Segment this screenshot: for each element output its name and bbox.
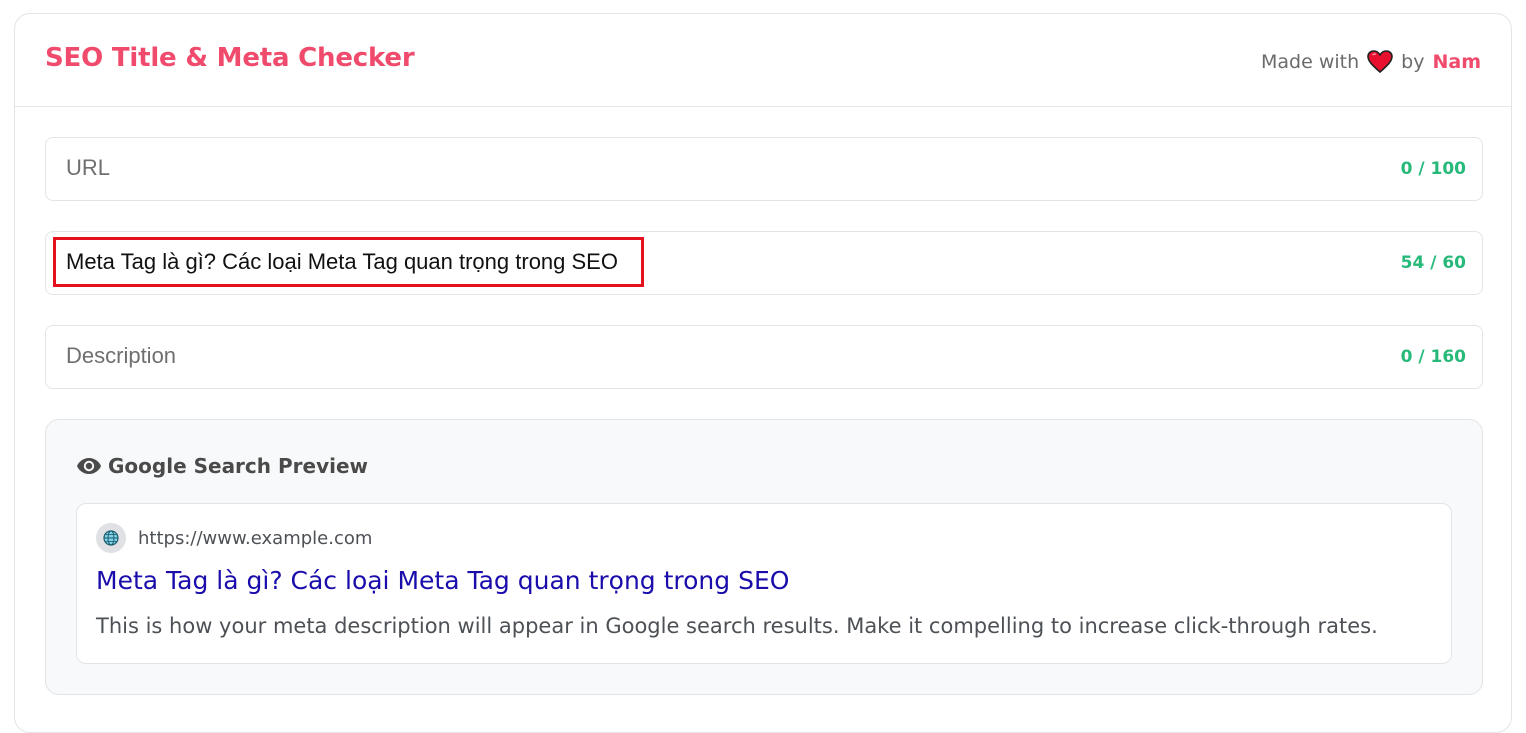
app-title: SEO Title & Meta Checker xyxy=(45,43,415,73)
description-input[interactable] xyxy=(66,338,1266,374)
description-field: 0 / 160 xyxy=(45,325,1483,389)
serp-description: This is how your meta description will a… xyxy=(96,614,1378,638)
description-counter: 0 / 160 xyxy=(1400,347,1466,367)
url-counter: 0 / 100 xyxy=(1400,159,1466,179)
serp-title-link[interactable]: Meta Tag là gì? Các loại Meta Tag quan t… xyxy=(96,566,789,595)
url-field: 0 / 100 xyxy=(45,137,1483,201)
globe-icon xyxy=(96,523,126,553)
eye-icon xyxy=(77,458,101,474)
checker-card: SEO Title & Meta Checker Made with by Na… xyxy=(14,13,1512,733)
preview-heading: Google Search Preview xyxy=(76,454,368,478)
author-name: Nam xyxy=(1432,51,1481,73)
by-text: by xyxy=(1401,51,1425,73)
credit: Made with by Nam xyxy=(1261,50,1481,74)
google-preview-panel: Google Search Preview https://www.exampl… xyxy=(45,419,1483,695)
serp-site: https://www.example.com xyxy=(96,523,372,553)
serp-url: https://www.example.com xyxy=(138,527,373,549)
url-input[interactable] xyxy=(66,150,1266,186)
heart-icon xyxy=(1367,50,1393,74)
app-header: SEO Title & Meta Checker Made with by Na… xyxy=(15,14,1511,107)
title-input[interactable] xyxy=(66,244,1266,280)
preview-heading-text: Google Search Preview xyxy=(108,454,368,478)
title-counter: 54 / 60 xyxy=(1400,253,1466,273)
serp-result: https://www.example.com Meta Tag là gì? … xyxy=(76,503,1452,664)
title-field: 54 / 60 xyxy=(45,231,1483,295)
made-with-text: Made with xyxy=(1261,51,1360,73)
